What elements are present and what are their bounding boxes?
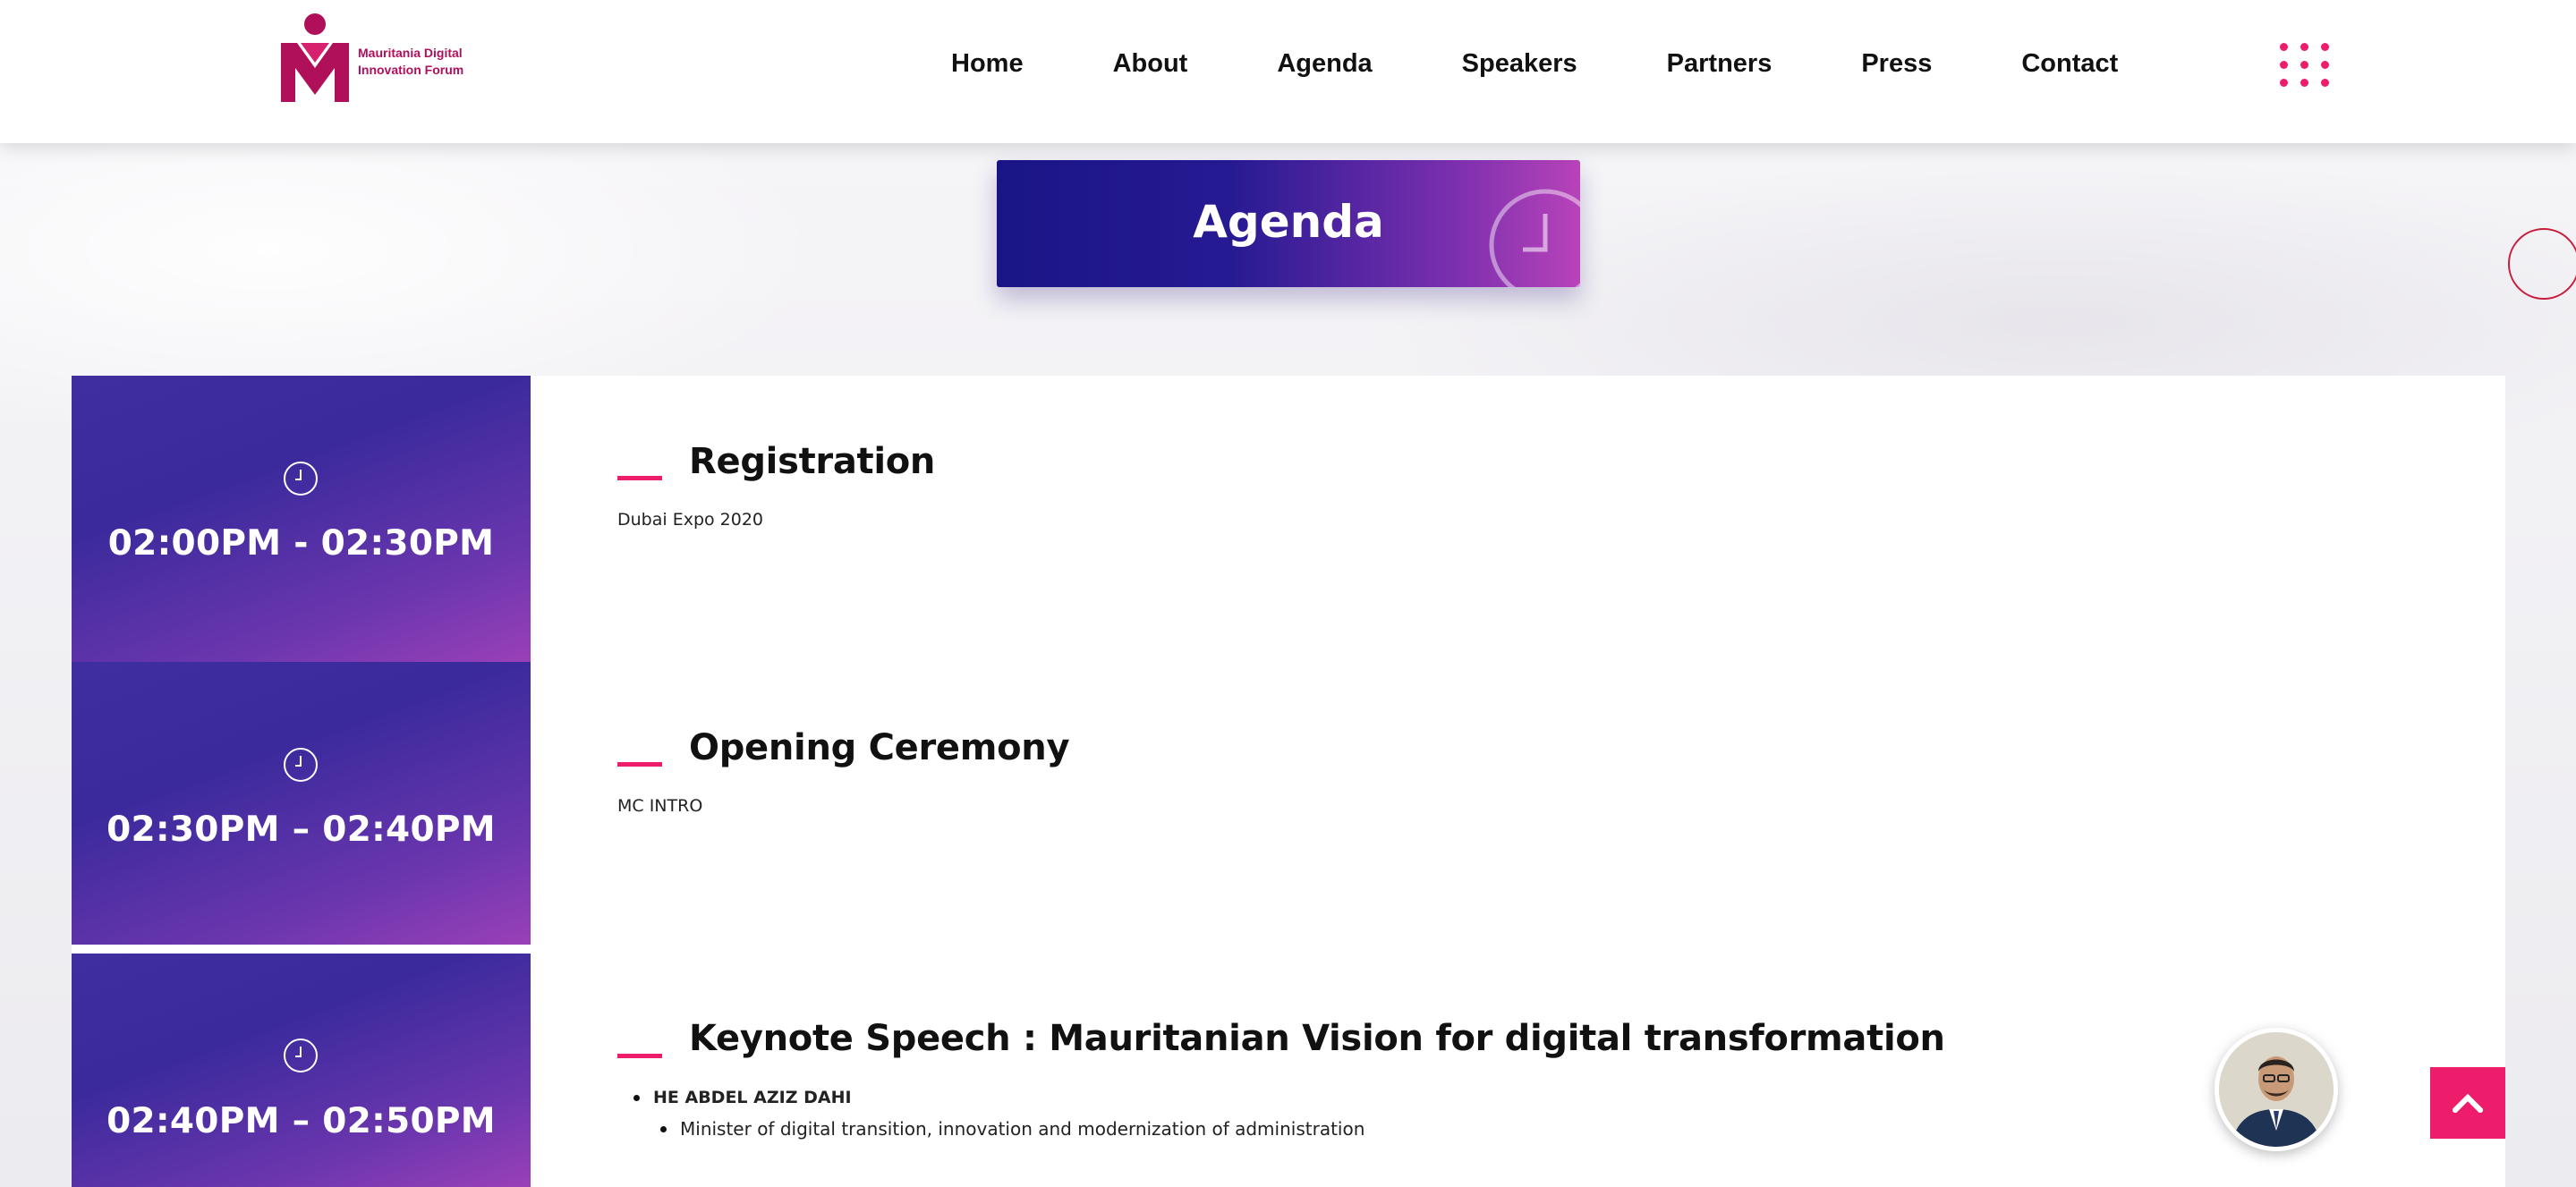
event-title: Opening Ceremony (689, 727, 1070, 768)
site-header: Mauritania Digital Innovation Forum Home… (0, 0, 2576, 143)
title-dash (617, 476, 662, 480)
agenda-list: 02:00PM - 02:30PM Registration Dubai Exp… (72, 376, 2505, 1187)
event-title: Keynote Speech : Mauritanian Vision for … (689, 1018, 1945, 1059)
agenda-heading: Agenda (1193, 196, 1384, 248)
clock-icon (1489, 189, 1580, 287)
agenda-item: 02:30PM – 02:40PM Opening Ceremony MC IN… (72, 662, 2505, 946)
clock-icon (284, 462, 318, 496)
time-range: 02:40PM – 02:50PM (106, 1101, 496, 1141)
speaker-role: Minister of digital transition, innovati… (659, 1118, 1365, 1140)
event-description: MC INTRO (617, 796, 703, 816)
time-slot: 02:00PM - 02:30PM (72, 376, 531, 662)
event-location: Dubai Expo 2020 (617, 510, 764, 530)
title-dash (617, 1054, 662, 1058)
dots-grid-icon[interactable] (2280, 43, 2334, 88)
speaker-name: HE ABDEL AZIZ DAHI (633, 1088, 852, 1107)
agenda-banner: Agenda (997, 160, 1580, 287)
nav-agenda[interactable]: Agenda (1277, 49, 1372, 79)
event-title: Registration (689, 441, 936, 482)
site-logo[interactable]: Mauritania Digital Innovation Forum (279, 13, 485, 106)
agenda-item: 02:00PM - 02:30PM Registration Dubai Exp… (72, 376, 2505, 662)
mdif-logo-icon (281, 13, 349, 102)
chevron-up-icon (2453, 1093, 2483, 1113)
time-slot: 02:30PM – 02:40PM (72, 662, 531, 945)
nav-press[interactable]: Press (1861, 49, 1932, 79)
time-range: 02:30PM – 02:40PM (106, 810, 496, 850)
nav-speakers[interactable]: Speakers (1462, 49, 1577, 79)
clock-icon (284, 1039, 318, 1073)
agenda-item: 02:40PM – 02:50PM Keynote Speech : Mauri… (72, 954, 2505, 1187)
clock-icon (284, 748, 318, 782)
decorative-circle (2508, 228, 2576, 300)
nav-contact[interactable]: Contact (2021, 49, 2118, 79)
nav-partners[interactable]: Partners (1667, 49, 1773, 79)
main-nav: Home About Agenda Speakers Partners Pres… (951, 0, 2118, 128)
scroll-to-top-button[interactable] (2430, 1067, 2505, 1139)
person-avatar-icon[interactable] (2215, 1028, 2338, 1151)
avatar-portrait (2219, 1032, 2334, 1147)
time-range: 02:00PM - 02:30PM (107, 523, 495, 564)
nav-home[interactable]: Home (951, 49, 1024, 79)
nav-about[interactable]: About (1113, 49, 1188, 79)
title-dash (617, 762, 662, 767)
brand-name: Mauritania Digital Innovation Forum (358, 46, 464, 77)
time-slot: 02:40PM – 02:50PM (72, 954, 531, 1187)
